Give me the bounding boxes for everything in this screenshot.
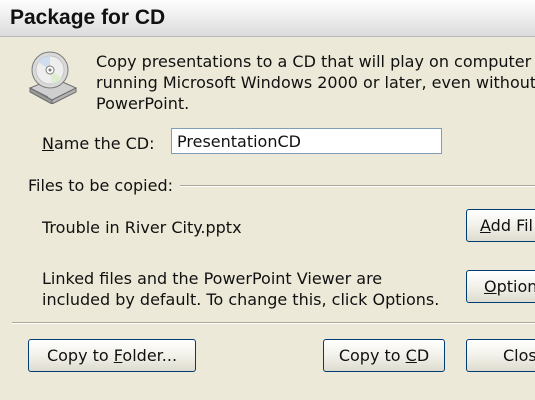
copy-cd-label-rest: D	[416, 346, 430, 365]
options-button[interactable]: Option	[466, 270, 535, 303]
cd-name-input[interactable]	[171, 128, 442, 154]
copy-to-cd-button[interactable]: Copy to CD	[323, 339, 445, 372]
copy-folder-label-prefix: Copy to	[46, 346, 114, 365]
files-section-label: Files to be copied:	[28, 176, 174, 195]
copy-cd-label-prefix: Copy to	[338, 346, 406, 365]
window-title: Package for CD	[10, 6, 166, 29]
cd-package-icon	[28, 51, 78, 104]
options-accel: O	[484, 277, 497, 296]
name-cd-label-accel: N	[42, 134, 54, 153]
copy-folder-label-rest: older...	[122, 346, 178, 365]
linked-note-line: included by default. To change this, cli…	[42, 290, 440, 309]
intro-line: Copy presentations to a CD that will pla…	[96, 52, 532, 71]
linked-files-note: Linked files and the PowerPoint Viewer a…	[42, 268, 439, 310]
intro-line: running Microsoft Windows 2000 or later,…	[96, 73, 535, 92]
copy-cd-accel: C	[405, 346, 417, 365]
name-cd-label-text: ame the CD:	[53, 134, 155, 153]
intro-line: PowerPoint.	[96, 94, 190, 113]
add-files-accel: A	[480, 216, 491, 235]
options-label: ption	[496, 277, 535, 296]
title-bar[interactable]: Package for CD	[0, 0, 535, 37]
package-for-cd-dialog: Package for CD Copy presentations to a C…	[0, 0, 535, 400]
close-button[interactable]: Clos	[466, 339, 535, 372]
file-list-item[interactable]: Trouble in River City.pptx	[42, 218, 242, 237]
add-files-label: dd Fil	[490, 216, 533, 235]
footer-divider	[12, 322, 535, 324]
files-section-divider	[180, 185, 535, 187]
intro-text: Copy presentations to a CD that will pla…	[96, 51, 535, 114]
name-cd-label: Name the CD:	[42, 134, 155, 153]
add-files-button[interactable]: Add Fil	[466, 209, 535, 242]
copy-to-folder-button[interactable]: Copy to Folder...	[28, 339, 196, 372]
linked-note-line: Linked files and the PowerPoint Viewer a…	[42, 269, 383, 288]
